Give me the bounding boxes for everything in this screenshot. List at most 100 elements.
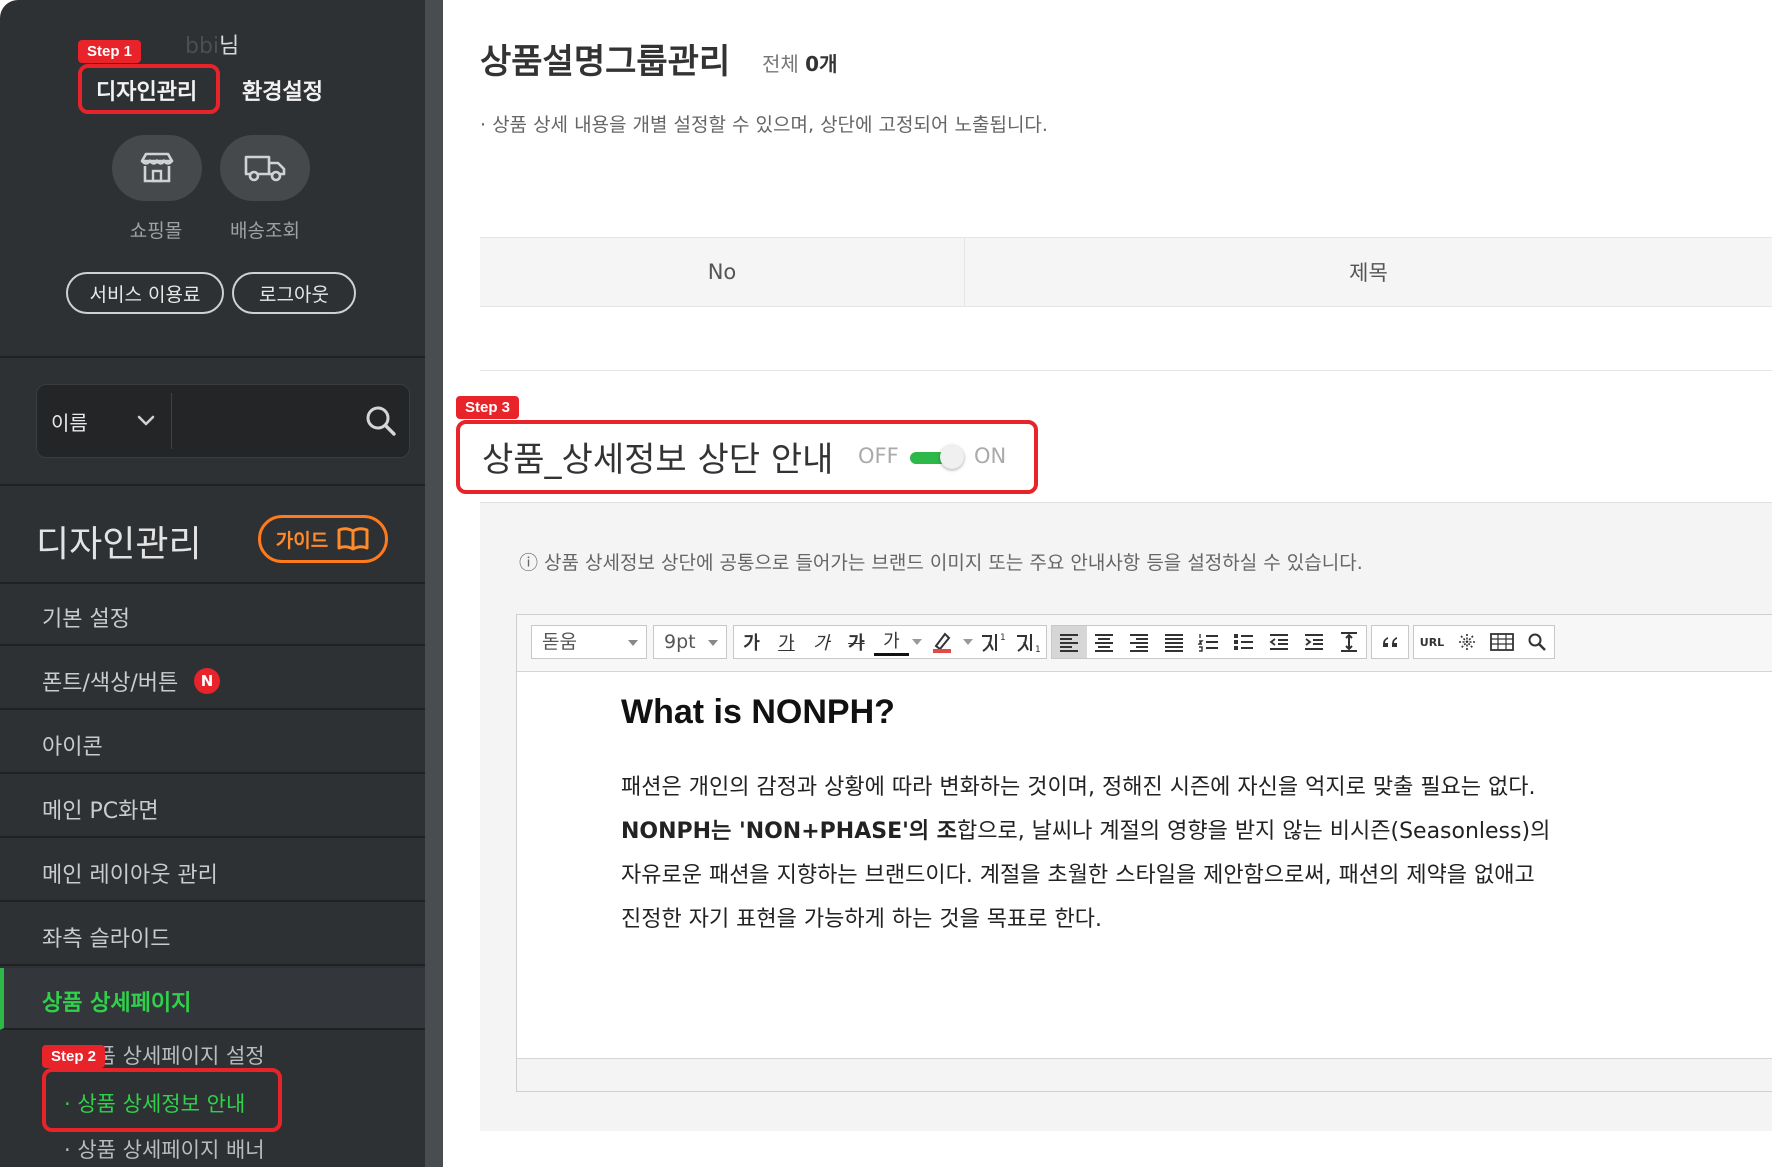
font-family-value: 돋움 <box>542 631 577 653</box>
search-icon[interactable] <box>363 403 399 439</box>
service-fee-button[interactable]: 서비스 이용료 <box>66 272 224 314</box>
chevron-down-icon[interactable] <box>135 409 157 431</box>
menu-item-label: 기본 설정 <box>42 607 130 632</box>
user-name-suffix: 님 <box>219 34 240 59</box>
align-right-button[interactable] <box>1122 626 1157 658</box>
find-button[interactable] <box>1520 626 1554 658</box>
svg-text:1: 1 <box>1000 633 1006 643</box>
highlight-button[interactable] <box>925 626 960 658</box>
menu-item-main-layout[interactable]: 메인 레이아웃 관리 <box>0 840 425 902</box>
menu-item-left-slide[interactable]: 좌측 슬라이드 <box>0 904 425 966</box>
rich-text-editor: 돋움 9pt 가 가 가 가 가 1 1 URL What is NONPH? … <box>516 614 1772 1092</box>
sidebar-scrollbar[interactable] <box>425 0 443 1167</box>
display-toggle[interactable] <box>910 445 966 469</box>
search-field-select[interactable]: 이름 <box>51 407 88 436</box>
total-count-prefix: 전체 <box>762 52 799 76</box>
guide-button[interactable]: 가이드 <box>258 515 388 563</box>
menu-item-basic-settings[interactable]: 기본 설정 <box>0 584 425 646</box>
svg-text:1: 1 <box>1035 645 1041 654</box>
highlighter-icon <box>933 632 952 653</box>
toggle-off-label: OFF <box>858 444 899 468</box>
align-left-button[interactable] <box>1052 626 1087 658</box>
sidebar-search: 이름 <box>36 384 410 458</box>
align-left-icon <box>1060 634 1079 652</box>
menu-item-main-pc[interactable]: 메인 PC화면 <box>0 776 425 838</box>
highlight-dropdown[interactable] <box>960 626 976 658</box>
strike-glyph: 가 <box>848 633 865 654</box>
content-text: 합으로, 날씨나 계절의 영향을 받지 않는 비시즌(Seasonless)의 <box>956 819 1551 844</box>
url-label: URL <box>1419 635 1445 649</box>
unordered-list-button[interactable] <box>1226 626 1261 658</box>
font-size-select[interactable]: 9pt <box>653 625 727 659</box>
italic-button[interactable]: 가 <box>804 626 839 658</box>
indent-icon <box>1304 634 1323 650</box>
total-count: 전체 0개 <box>762 48 838 77</box>
font-color-dropdown[interactable] <box>909 626 925 658</box>
align-justify-icon <box>1165 634 1184 652</box>
quote-button[interactable] <box>1372 626 1408 658</box>
section-title: 상품_상세정보 상단 안내 <box>482 440 834 480</box>
chevron-down-icon <box>628 640 638 646</box>
align-center-button[interactable] <box>1087 626 1122 658</box>
font-family-select[interactable]: 돋움 <box>531 625 647 659</box>
content-paragraph-1: 패션은 개인의 감정과 상황에 따라 변화하는 것이며, 정해진 시즌에 자신을… <box>621 775 1536 800</box>
shopping-mall-button[interactable] <box>112 135 202 201</box>
outdent-icon <box>1269 634 1288 650</box>
book-icon <box>337 527 369 551</box>
link-button[interactable]: URL <box>1414 626 1450 658</box>
menu-item-label: 아이콘 <box>42 735 103 760</box>
indent-button[interactable] <box>1296 626 1331 658</box>
quote-icon <box>1383 637 1397 647</box>
editor-content[interactable]: What is NONPH? 패션은 개인의 감정과 상황에 따라 변화하는 것… <box>621 693 1621 942</box>
unordered-list-icon <box>1233 634 1253 650</box>
strikethrough-button[interactable]: 가 <box>839 626 874 658</box>
logout-button[interactable]: 로그아웃 <box>232 272 356 314</box>
delivery-tracking-button[interactable] <box>220 135 310 201</box>
bold-glyph: 가 <box>743 633 760 654</box>
align-center-icon <box>1095 634 1114 652</box>
sidebar: bbi님 디자인관리 환경설정 쇼핑몰 배송조회 서비스 이용료 로그아웃 이름 <box>0 0 425 1167</box>
menu-item-label: 메인 레이아웃 관리 <box>42 863 218 888</box>
step2-tag: Step 2 <box>42 1045 106 1068</box>
content-paragraph-2: NONPH는 'NON+PHASE'의 조합으로, 날씨나 계절의 영향을 받지… <box>621 810 1621 854</box>
delivery-tracking-label: 배송조회 <box>230 220 300 242</box>
special-char-button[interactable] <box>1450 626 1484 658</box>
outdent-button[interactable] <box>1261 626 1296 658</box>
step1-tag: Step 1 <box>78 40 142 63</box>
superscript-button[interactable]: 1 <box>976 626 1011 658</box>
font-color-button[interactable]: 가 <box>873 626 909 656</box>
line-height-icon <box>1340 632 1357 652</box>
search-icon <box>1528 633 1546 651</box>
align-justify-button[interactable] <box>1157 626 1192 658</box>
store-icon <box>140 152 174 183</box>
table-header: No 제목 <box>480 237 1772 307</box>
toggle-on-label: ON <box>974 444 1007 468</box>
line-height-button[interactable] <box>1331 626 1366 658</box>
bold-button[interactable]: 가 <box>734 626 769 658</box>
insert-group: URL <box>1413 625 1555 659</box>
menu-item-font-color-button[interactable]: 폰트/색상/버튼 N <box>0 648 425 710</box>
chevron-down-icon <box>911 639 922 645</box>
menu-item-icon[interactable]: 아이콘 <box>0 712 425 774</box>
editor-resize-bar[interactable] <box>517 1058 1772 1091</box>
sidebar-section-title: 디자인관리 <box>36 524 202 565</box>
chevron-down-icon <box>708 640 718 646</box>
new-badge: N <box>194 668 220 694</box>
step2-highlight <box>42 1068 282 1132</box>
editor-toolbar: 돋움 9pt 가 가 가 가 가 1 1 URL <box>517 615 1772 672</box>
submenu-detail-banner[interactable]: · 상품 상세페이지 배너 <box>64 1134 265 1164</box>
menu-item-product-detail[interactable]: 상품 상세페이지 <box>0 968 425 1030</box>
subscript-button[interactable]: 1 <box>1011 626 1046 658</box>
text-format-group: 가 가 가 가 가 1 1 <box>733 625 1047 659</box>
table-button[interactable] <box>1484 626 1520 658</box>
ordered-list-button[interactable] <box>1192 626 1227 658</box>
search-input[interactable] <box>177 395 361 449</box>
menu-item-label: 메인 PC화면 <box>42 799 159 824</box>
total-count-value: 0개 <box>805 52 838 76</box>
top-link-settings[interactable]: 환경설정 <box>242 74 323 106</box>
chevron-down-icon <box>963 639 974 645</box>
step1-highlight <box>78 64 220 114</box>
font-size-value: 9pt <box>664 631 696 653</box>
notice-text: ⓘ 상품 상세정보 상단에 공통으로 들어가는 브랜드 이미지 또는 주요 안내… <box>519 552 1363 574</box>
underline-button[interactable]: 가 <box>769 626 804 658</box>
